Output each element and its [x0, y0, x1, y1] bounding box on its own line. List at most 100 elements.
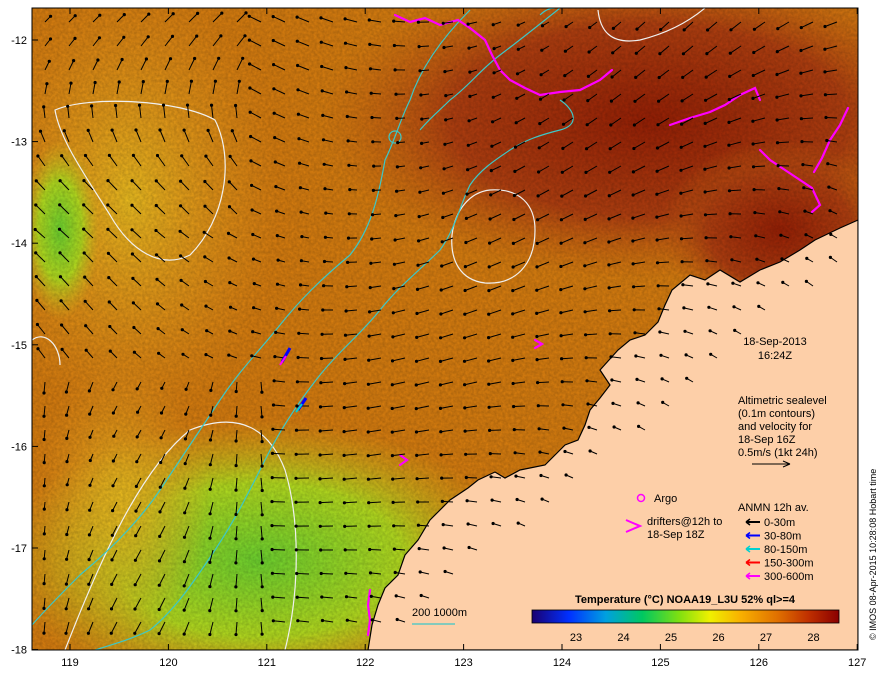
- current-vector-head: [208, 487, 212, 491]
- current-vector-head: [228, 329, 232, 333]
- current-vector-head: [228, 281, 232, 285]
- current-vector-head: [585, 379, 589, 383]
- current-vector-head: [586, 402, 590, 406]
- current-vector-head: [828, 209, 832, 213]
- current-vector-head: [251, 257, 256, 261]
- current-vector-head: [130, 252, 134, 256]
- current-vector-head: [633, 331, 637, 335]
- current-vector-head: [298, 307, 302, 311]
- current-vector-head: [98, 13, 102, 17]
- current-vector-head: [159, 411, 164, 415]
- current-vector-head: [585, 123, 589, 127]
- anmn-legend-label: 300-600m: [764, 571, 814, 583]
- current-vector-head: [419, 593, 423, 598]
- current-vector-head: [60, 347, 64, 351]
- current-vector-head: [274, 330, 278, 334]
- current-vector-head: [657, 99, 661, 103]
- current-vector-head: [230, 129, 234, 133]
- current-vector-head: [344, 309, 348, 313]
- current-vector-head: [275, 234, 279, 238]
- lon-tick-label: 121: [258, 657, 276, 669]
- current-vector-head: [392, 524, 396, 528]
- current-vector-head: [295, 595, 299, 599]
- current-vector-head: [491, 521, 495, 526]
- current-vector-head: [122, 35, 126, 39]
- current-vector-head: [260, 488, 264, 493]
- current-vector-head: [220, 11, 224, 15]
- current-vector-head: [158, 510, 162, 514]
- current-vector-head: [183, 486, 187, 490]
- current-vector-head: [463, 383, 467, 387]
- current-vector-head: [563, 74, 567, 78]
- current-vector-head: [136, 410, 140, 414]
- current-vector-head: [320, 618, 325, 623]
- current-vector-head: [250, 183, 254, 187]
- current-vector-head: [295, 39, 299, 43]
- current-vector-head: [59, 299, 63, 303]
- current-vector-head: [680, 260, 684, 264]
- current-vector-head: [463, 429, 467, 433]
- current-vector-head: [655, 192, 659, 196]
- current-vector-head: [134, 509, 138, 513]
- current-vector-head: [58, 203, 62, 207]
- current-vector-head: [441, 523, 445, 527]
- current-vector-head: [209, 388, 213, 392]
- current-vector-head: [208, 512, 212, 516]
- current-vector-head: [60, 154, 64, 158]
- current-vector-head: [260, 585, 264, 589]
- current-vector-head: [515, 96, 519, 100]
- current-vector-head: [392, 262, 396, 266]
- current-vector-head: [418, 69, 422, 73]
- current-vector-head: [346, 236, 351, 240]
- current-vector-head: [243, 34, 247, 38]
- current-vector-head: [685, 376, 689, 380]
- current-vector-head: [106, 227, 110, 231]
- current-vector-head: [111, 411, 115, 415]
- current-vector-head: [516, 23, 520, 27]
- current-vector-head: [300, 235, 304, 239]
- current-vector-head: [394, 214, 398, 218]
- current-vector-head: [390, 454, 394, 458]
- current-vector-head: [368, 42, 372, 47]
- current-vector-head: [370, 115, 374, 120]
- current-vector-head: [778, 210, 782, 214]
- current-vector-head: [804, 233, 808, 237]
- current-vector-head: [655, 169, 659, 173]
- current-vector-head: [155, 153, 160, 158]
- current-vector-head: [203, 179, 207, 184]
- current-vector-head: [537, 170, 541, 174]
- current-vector-head: [706, 28, 710, 32]
- current-vector-head: [757, 304, 761, 308]
- current-vector-head: [42, 105, 46, 109]
- current-vector-head: [294, 500, 298, 504]
- current-vector-head: [729, 235, 733, 239]
- colorbar-tick-label: 25: [665, 632, 677, 644]
- current-vector-head: [466, 168, 470, 172]
- current-vector-head: [636, 401, 640, 405]
- current-vector: [320, 501, 334, 504]
- current-vector-head: [208, 585, 212, 589]
- current-vector-head: [707, 305, 711, 309]
- current-vector-head: [274, 185, 278, 189]
- current-vector-head: [234, 609, 238, 613]
- current-vector-head: [88, 435, 92, 439]
- current-vector-head: [117, 80, 121, 84]
- current-vector-head: [464, 452, 468, 456]
- current-vector-head: [608, 309, 612, 313]
- current-vector-head: [465, 499, 469, 503]
- current-vector-head: [319, 381, 323, 385]
- current-vector-head: [514, 474, 518, 478]
- current-vector-head: [107, 153, 111, 157]
- current-vector-head: [180, 154, 184, 158]
- current-vector-head: [637, 424, 641, 428]
- current-vector-head: [394, 92, 398, 96]
- current-vector-head: [208, 536, 212, 540]
- current-vector-head: [559, 334, 563, 338]
- current-vector-head: [680, 99, 684, 103]
- current-vector-head: [559, 311, 563, 315]
- current-vector-head: [234, 585, 238, 589]
- current-vector-head: [487, 382, 491, 386]
- current-vector-head: [368, 286, 372, 290]
- current-vector-head: [36, 347, 40, 351]
- current-vector-head: [463, 406, 467, 410]
